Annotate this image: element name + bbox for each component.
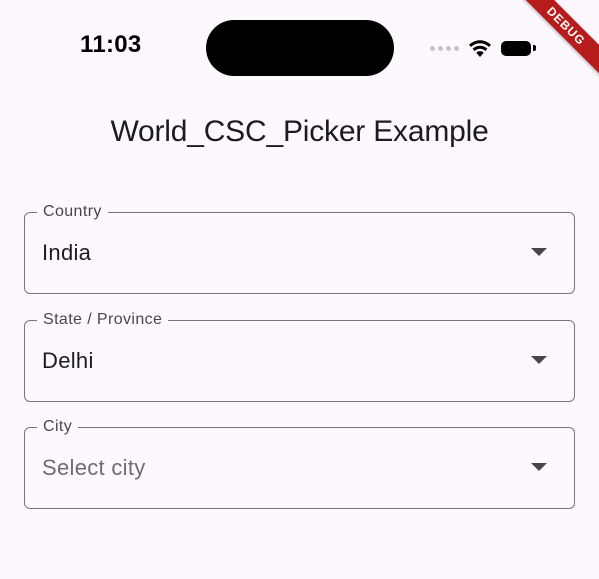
country-dropdown-value: India — [42, 240, 92, 265]
status-time: 11:03 — [80, 31, 142, 58]
arrow-drop-down-icon — [531, 356, 547, 364]
cellular-signal-icon — [430, 45, 459, 51]
debug-banner: DEBUG — [512, 0, 599, 80]
city-dropdown[interactable]: City Select city — [24, 417, 575, 509]
state-dropdown-value: Delhi — [42, 348, 94, 373]
arrow-drop-down-icon — [531, 463, 547, 471]
state-dropdown[interactable]: State / Province Delhi — [24, 310, 575, 402]
arrow-drop-down-icon — [531, 248, 547, 256]
wifi-icon — [469, 39, 491, 57]
country-dropdown[interactable]: Country India — [24, 202, 575, 294]
city-dropdown-label: City — [37, 417, 79, 437]
dynamic-island — [206, 20, 394, 76]
page-title: World_CSC_Picker Example — [110, 115, 489, 148]
debug-banner-container: DEBUG — [509, 0, 599, 90]
state-dropdown-label: State / Province — [37, 310, 169, 330]
city-dropdown-placeholder: Select city — [42, 455, 146, 480]
country-dropdown-label: Country — [37, 202, 108, 222]
